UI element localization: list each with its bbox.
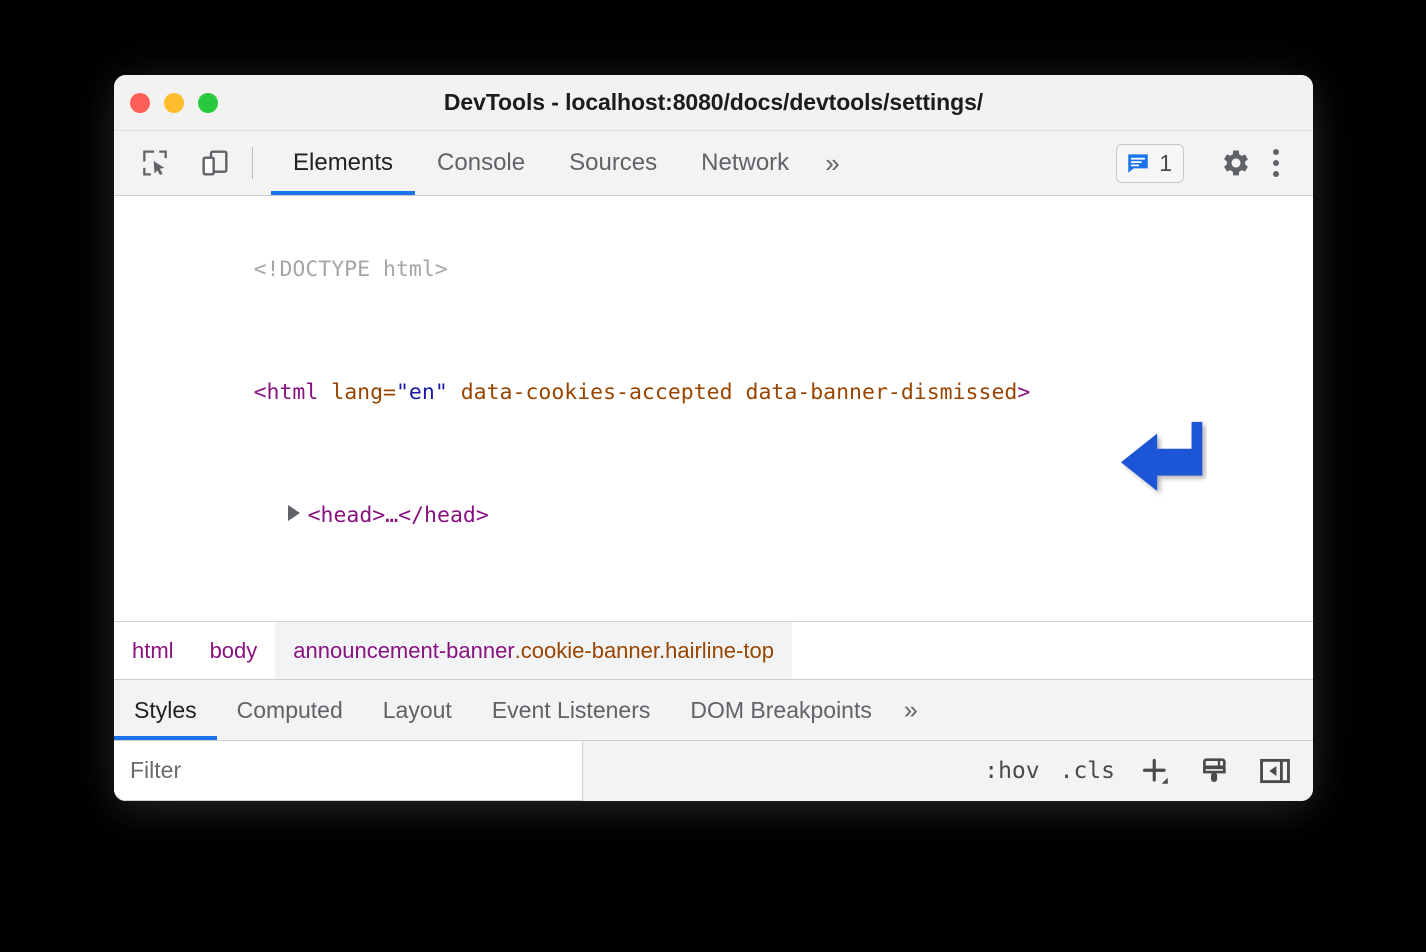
- tab-styles-label: Styles: [134, 697, 197, 724]
- tab-styles[interactable]: Styles: [114, 680, 217, 740]
- dom-line-html-open[interactable]: <html lang="en" data-cookies-accepted da…: [114, 331, 1313, 454]
- hov-toggle-button[interactable]: :hov: [984, 758, 1039, 784]
- cls-toggle-button[interactable]: .cls: [1060, 758, 1115, 784]
- tab-computed[interactable]: Computed: [217, 680, 363, 740]
- html-attr-cookies-accepted: data-cookies-accepted: [461, 380, 733, 405]
- doctype-text: <!DOCTYPE html>: [254, 257, 448, 282]
- html-attr-lang-name: lang: [331, 380, 383, 405]
- devtools-main-toolbar: Elements Console Sources Network »: [114, 131, 1313, 196]
- sidebar-toggle-icon[interactable]: [1255, 751, 1295, 791]
- dom-line-doctype[interactable]: <!DOCTYPE html>: [114, 208, 1313, 331]
- tab-dom-breakpoints[interactable]: DOM Breakpoints: [670, 680, 892, 740]
- tab-elements[interactable]: Elements: [271, 131, 415, 195]
- plus-icon[interactable]: [1135, 751, 1175, 791]
- html-tag-close-bracket: >: [1017, 380, 1030, 405]
- tab-sources-label: Sources: [569, 149, 657, 177]
- screenshot-stage: DevTools - localhost:8080/docs/devtools/…: [0, 0, 1426, 952]
- maximize-window-button[interactable]: [198, 93, 218, 113]
- close-window-button[interactable]: [130, 93, 150, 113]
- paintbrush-icon[interactable]: [1195, 751, 1235, 791]
- tab-console-label: Console: [437, 149, 525, 177]
- gear-icon[interactable]: [1217, 144, 1255, 182]
- filter-actions: :hov .cls: [583, 741, 1313, 801]
- breadcrumb-label-html: html: [132, 638, 174, 664]
- console-messages-badge[interactable]: 1: [1116, 144, 1184, 183]
- toolbar-right-icons: 1: [1116, 131, 1313, 195]
- tab-event-listeners-label: Event Listeners: [492, 697, 651, 724]
- breadcrumb-item-html[interactable]: html: [114, 622, 192, 679]
- filter-input[interactable]: Filter: [114, 741, 583, 801]
- more-tabs-icon[interactable]: »: [811, 131, 853, 195]
- tab-network-label: Network: [701, 149, 789, 177]
- dom-line-body-open[interactable]: <body>: [114, 577, 1313, 621]
- breadcrumb-label-body: body: [210, 638, 258, 664]
- dom-line-head[interactable]: <head>…</head>: [114, 454, 1313, 577]
- more-pane-tabs-icon[interactable]: »: [892, 680, 930, 740]
- toolbar-divider-1: [252, 147, 253, 179]
- devtools-panel-tabs: Elements Console Sources Network »: [271, 131, 1116, 195]
- toolbar-left-icons: [114, 131, 234, 195]
- styles-filter-row: Filter :hov .cls: [114, 741, 1313, 801]
- devtools-window: DevTools - localhost:8080/docs/devtools/…: [114, 75, 1313, 801]
- tab-elements-label: Elements: [293, 149, 393, 177]
- tab-computed-label: Computed: [237, 697, 343, 724]
- tab-network[interactable]: Network: [679, 131, 811, 195]
- window-titlebar: DevTools - localhost:8080/docs/devtools/…: [114, 75, 1313, 131]
- html-attr-lang-value: "en": [396, 380, 448, 405]
- breadcrumb: html body announcement-banner.cookie-ban…: [114, 621, 1313, 679]
- console-message-count: 1: [1159, 150, 1172, 177]
- window-controls: [130, 93, 218, 113]
- device-toolbar-icon[interactable]: [196, 144, 234, 182]
- styles-pane-tabs: Styles Computed Layout Event Listeners D…: [114, 679, 1313, 741]
- breadcrumb-label-announcement-banner: announcement-banner: [293, 638, 514, 664]
- tab-dom-breakpoints-label: DOM Breakpoints: [690, 697, 872, 724]
- html-attr-banner-dismissed: data-banner-dismissed: [746, 380, 1018, 405]
- dom-tree-panel[interactable]: <!DOCTYPE html> <html lang="en" data-coo…: [114, 196, 1313, 621]
- speech-bubble-icon: [1125, 150, 1151, 176]
- breadcrumb-classes-announcement-banner: .cookie-banner.hairline-top: [515, 638, 774, 664]
- breadcrumb-item-announcement-banner[interactable]: announcement-banner.cookie-banner.hairli…: [275, 622, 792, 679]
- tab-sources[interactable]: Sources: [547, 131, 679, 195]
- filter-placeholder: Filter: [130, 757, 181, 784]
- html-tag-open: <html: [254, 380, 319, 405]
- breadcrumb-item-body[interactable]: body: [192, 622, 276, 679]
- minimize-window-button[interactable]: [164, 93, 184, 113]
- chevron-right-icon[interactable]: [288, 505, 300, 521]
- tab-layout-label: Layout: [383, 697, 452, 724]
- tab-layout[interactable]: Layout: [363, 680, 472, 740]
- tab-console[interactable]: Console: [415, 131, 547, 195]
- window-title: DevTools - localhost:8080/docs/devtools/…: [114, 89, 1313, 116]
- more-options-icon[interactable]: [1259, 141, 1293, 185]
- inspect-element-icon[interactable]: [136, 144, 174, 182]
- head-text: <head>…</head>: [308, 503, 489, 528]
- tab-event-listeners[interactable]: Event Listeners: [472, 680, 671, 740]
